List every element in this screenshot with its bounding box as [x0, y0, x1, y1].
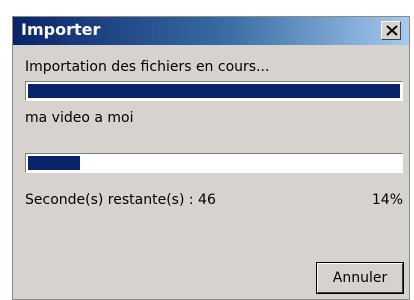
time-remaining: Seconde(s) restante(s) : 46 — [25, 192, 216, 208]
overall-progress-fill — [28, 84, 400, 98]
file-progress-fill — [28, 156, 80, 170]
close-button[interactable] — [381, 21, 401, 40]
current-file-name: ma video a moi — [25, 110, 134, 126]
percent-label: 14% — [371, 192, 403, 208]
cancel-button[interactable]: Annuler — [317, 263, 403, 293]
file-progress-bar — [25, 153, 403, 173]
title-bar[interactable]: Importer — [13, 17, 409, 45]
overall-progress-bar — [25, 81, 403, 101]
close-icon — [386, 25, 398, 36]
import-dialog: Importer Importation des fichiers en cou… — [12, 16, 410, 300]
window-title: Importer — [21, 20, 101, 39]
status-message: Importation des fichiers en cours... — [25, 59, 270, 75]
